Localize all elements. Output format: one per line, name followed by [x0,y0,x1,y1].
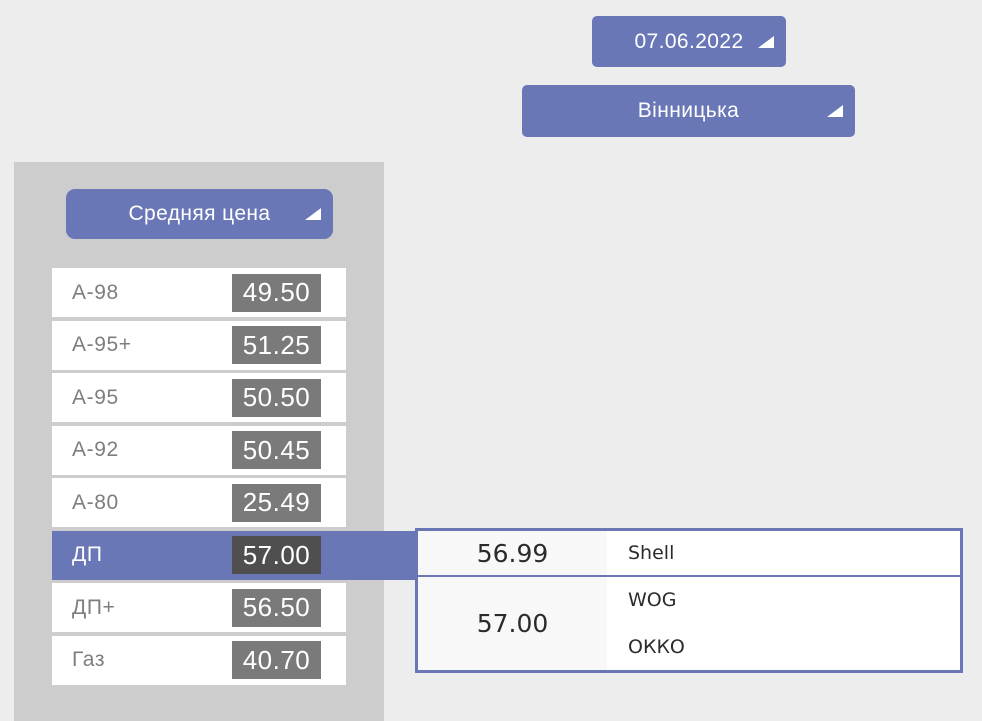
fuel-price-badge: 49.50 [232,273,321,312]
fuel-label: А-92 [72,438,119,461]
brand-name-list: Shell [607,531,960,575]
brand-table-row[interactable]: 56.99 Shell [418,531,960,577]
brand-price-table: 56.99 Shell 57.00 WOG ОККО [415,528,963,673]
metric-dropdown-label: Средняя цена [128,202,271,225]
corner-triangle-icon [827,105,843,117]
fuel-row[interactable]: А-95+ 51.25 [52,320,346,370]
fuel-label: ДП [72,543,103,566]
brand-row-price: 57.00 [418,577,607,670]
fuel-row[interactable]: А-80 25.49 [52,478,346,527]
fuel-row[interactable]: А-95 50.50 [52,373,346,422]
fuel-price-list: А-98 49.50 А-95+ 51.25 А-95 50.50 А-92 50.45 А-8… [52,268,415,685]
fuel-price-badge: 40.70 [232,641,321,679]
fuel-label: А-98 [72,280,119,304]
date-filter-dropdown[interactable]: 07.06.2022 [592,16,786,67]
brand-name: WOG [628,589,677,612]
fuel-label: ДП+ [72,595,116,619]
corner-triangle-icon [758,35,774,48]
price-list-panel: Средняя цена А-98 49.50 А-95+ 51.25 А-95 50.5… [14,162,415,721]
fuel-label: А-80 [72,490,119,514]
region-filter-label: Вінницька [637,99,740,122]
brand-row-price: 56.99 [418,531,607,575]
fuel-label: Газ [72,648,106,671]
fuel-row[interactable]: ДП 57.00 [52,530,415,580]
fuel-row[interactable]: Газ 40.70 [52,635,346,685]
fuel-row[interactable]: ДП+ 56.50 [52,583,346,632]
fuel-price-badge: 50.45 [232,431,321,469]
brand-name-list: WOG ОККО [607,577,960,670]
dashboard-canvas: 07.06.2022 Вінницька Средняя цена А-98 49… [0,0,982,721]
fuel-row[interactable]: А-92 50.45 [52,425,346,475]
fuel-price-badge: 25.49 [232,483,321,522]
fuel-price-badge: 51.25 [232,326,321,364]
metric-dropdown[interactable]: Средняя цена [66,189,333,239]
brand-name: Shell [628,542,675,564]
brand-name: ОККО [628,635,685,658]
fuel-label: А-95 [72,385,119,409]
corner-triangle-icon [305,208,321,220]
fuel-label: А-95+ [72,333,132,356]
date-filter-label: 07.06.2022 [634,29,744,53]
brand-table-row[interactable]: 57.00 WOG ОККО [418,577,960,670]
region-filter-dropdown[interactable]: Вінницька [522,85,855,137]
fuel-row[interactable]: А-98 49.50 [52,268,346,317]
fuel-price-badge: 50.50 [232,378,321,417]
fuel-price-badge: 57.00 [232,536,321,574]
fuel-price-badge: 56.50 [232,588,321,627]
